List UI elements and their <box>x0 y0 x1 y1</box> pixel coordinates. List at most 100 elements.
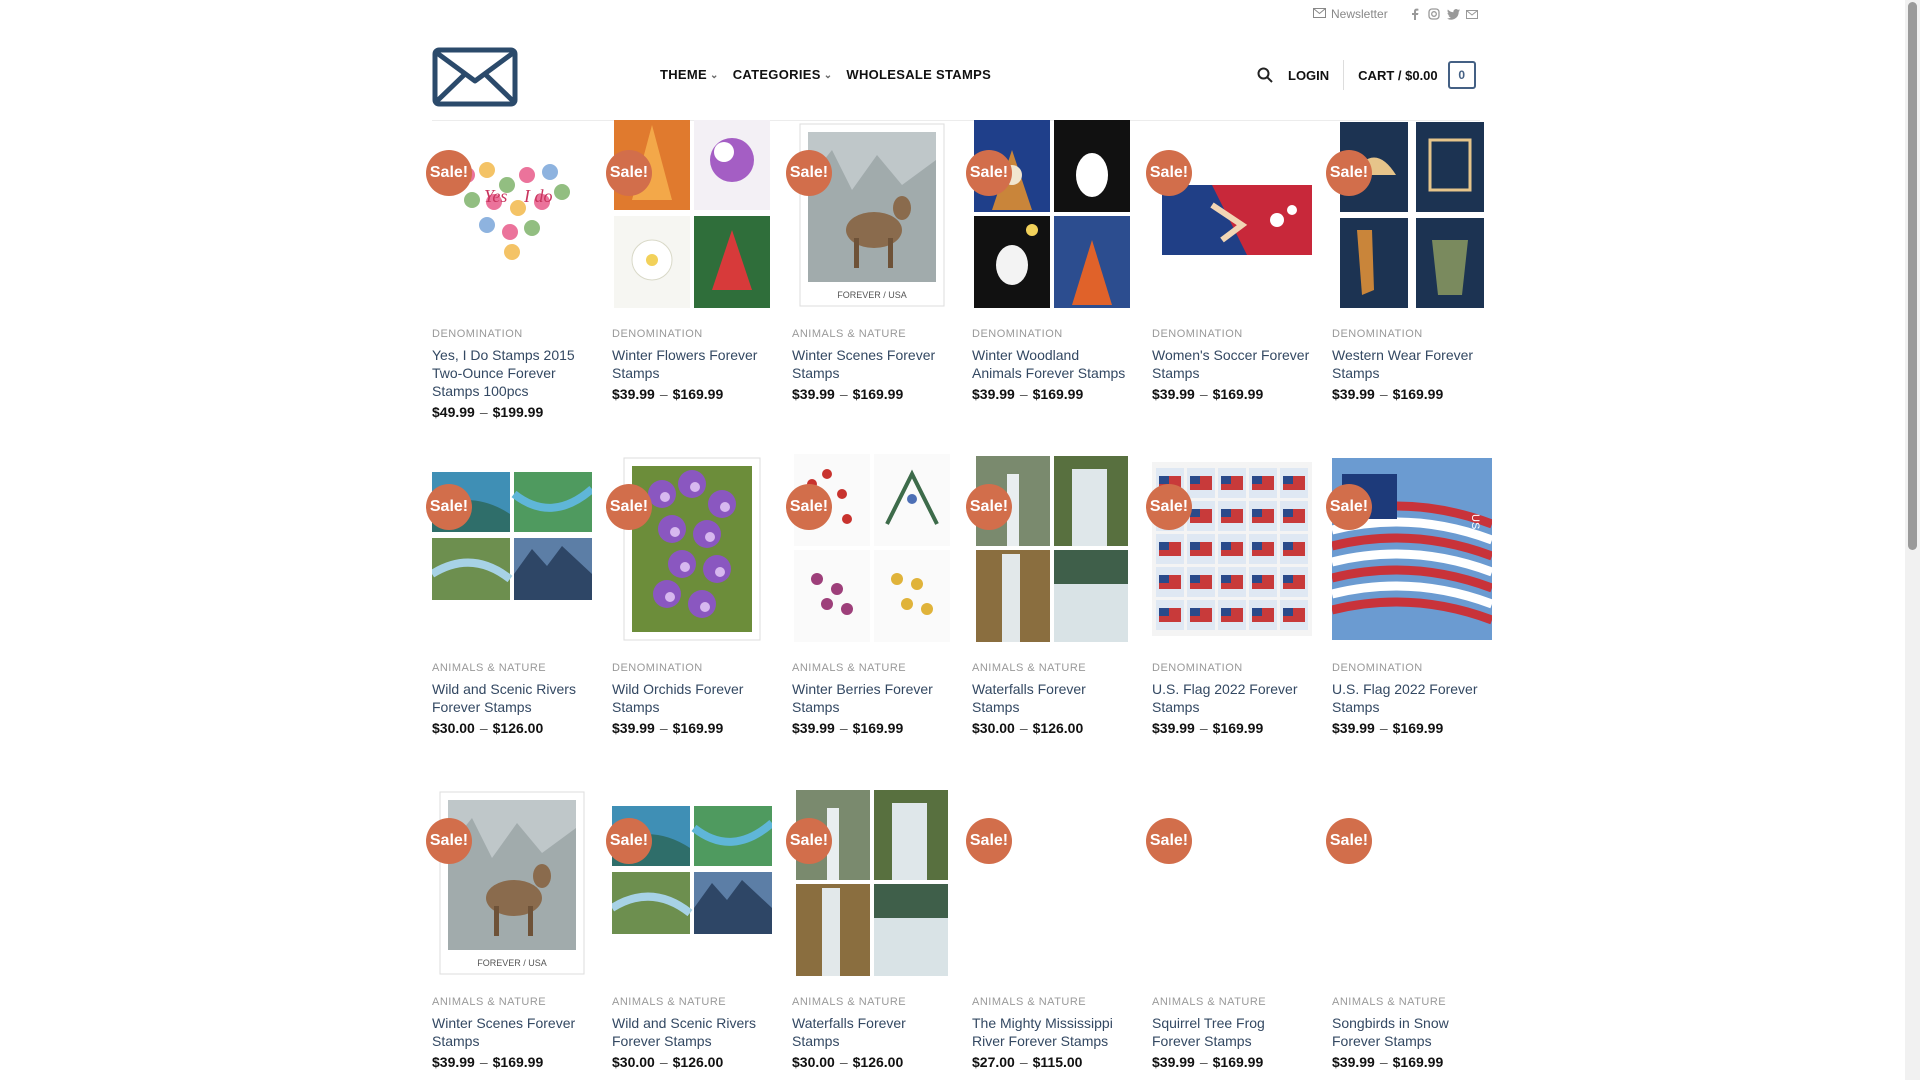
nav-theme[interactable]: THEME ⌄ <box>660 67 719 82</box>
product-category[interactable]: ANIMALS & NATURE <box>972 996 1132 1008</box>
product-category[interactable]: DENOMINATION <box>612 328 772 340</box>
product-category[interactable]: ANIMALS & NATURE <box>1332 996 1492 1008</box>
product-image: USA <box>1332 454 1492 644</box>
product-title-link[interactable]: Western Wear Forever Stamps <box>1332 346 1492 382</box>
product-image-link[interactable]: Sale! <box>1326 120 1492 310</box>
product-card[interactable]: Sale! DENOMINATION U.S. Flag 2022 Foreve… <box>1146 454 1312 736</box>
product-category[interactable]: ANIMALS & NATURE <box>1152 996 1312 1008</box>
product-card[interactable]: Sale! ANIMALS & NATURE Wild and Scenic R… <box>606 788 772 1070</box>
product-title-link[interactable]: Waterfalls Forever Stamps <box>792 1014 952 1050</box>
product-title-link[interactable]: Winter Scenes Forever Stamps <box>432 1014 592 1050</box>
product-title-link[interactable]: Women's Soccer Forever Stamps <box>1152 346 1312 382</box>
product-category[interactable]: ANIMALS & NATURE <box>432 662 592 674</box>
sale-badge: Sale! <box>606 818 652 864</box>
product-image-link[interactable]: Yes I do Sale! <box>426 120 592 310</box>
product-image-link[interactable]: Sale! <box>966 454 1132 644</box>
product-category[interactable]: ANIMALS & NATURE <box>792 662 952 674</box>
product-card[interactable]: Sale! ANIMALS & NATURE The Mighty Missis… <box>966 788 1132 1070</box>
price-high: $199.99 <box>492 404 544 420</box>
product-card[interactable]: USA Sale! DENOMINATION U.S. Flag 2022 Fo… <box>1326 454 1492 736</box>
product-card[interactable]: Sale! ANIMALS & NATURE Waterfalls Foreve… <box>966 454 1132 736</box>
product-image-link[interactable]: FOREVER / USA Sale! <box>786 120 952 310</box>
sale-badge: Sale! <box>1326 150 1372 196</box>
site-logo[interactable] <box>432 47 518 107</box>
product-title-link[interactable]: Wild and Scenic Rivers Forever Stamps <box>432 680 592 716</box>
product-price: $49.99– $199.99 <box>432 404 592 420</box>
product-card[interactable]: Sale! ANIMALS & NATURE Winter Berries Fo… <box>786 454 952 736</box>
product-image-link[interactable]: Sale! <box>966 120 1132 310</box>
product-title-link[interactable]: Yes, I Do Stamps 2015 Two-Ounce Forever … <box>432 346 592 400</box>
product-category[interactable]: DENOMINATION <box>612 662 772 674</box>
price-low: $39.99 <box>1332 1054 1375 1070</box>
product-image-link[interactable]: Sale! <box>606 454 772 644</box>
product-image-link[interactable]: Sale! <box>966 788 1132 978</box>
product-image-link[interactable]: Sale! <box>786 454 952 644</box>
product-title-link[interactable]: Songbirds in Snow Forever Stamps <box>1332 1014 1492 1050</box>
price-range-dash: – <box>1199 1054 1208 1070</box>
login-link[interactable]: LOGIN <box>1288 68 1329 83</box>
product-card[interactable]: FOREVER / USA Sale! ANIMALS & NATURE Win… <box>426 788 592 1070</box>
nav-wholesale-stamps[interactable]: WHOLESALE STAMPS <box>846 67 991 82</box>
product-category[interactable]: DENOMINATION <box>432 328 592 340</box>
product-category[interactable]: ANIMALS & NATURE <box>432 996 592 1008</box>
product-category[interactable]: ANIMALS & NATURE <box>792 996 952 1008</box>
product-image-link[interactable]: Sale! <box>786 788 952 978</box>
scrollbar-thumb[interactable] <box>1908 2 1917 550</box>
email-icon[interactable] <box>1465 7 1479 21</box>
product-image: FOREVER / USA <box>792 120 952 310</box>
newsletter-link[interactable]: Newsletter <box>1313 7 1388 21</box>
product-image-link[interactable]: Sale! <box>1146 788 1312 978</box>
search-icon[interactable] <box>1256 66 1274 84</box>
product-category[interactable]: DENOMINATION <box>1332 662 1492 674</box>
product-title-link[interactable]: Winter Scenes Forever Stamps <box>792 346 952 382</box>
price-high: $126.00 <box>1032 720 1084 736</box>
price-low: $30.00 <box>972 720 1015 736</box>
product-image-link[interactable]: Sale! <box>426 454 592 644</box>
product-image-link[interactable]: FOREVER / USA Sale! <box>426 788 592 978</box>
product-title-link[interactable]: U.S. Flag 2022 Forever Stamps <box>1152 680 1312 716</box>
product-category[interactable]: ANIMALS & NATURE <box>792 328 952 340</box>
product-image-link[interactable]: Sale! <box>1326 788 1492 978</box>
product-title-link[interactable]: Winter Flowers Forever Stamps <box>612 346 772 382</box>
twitter-icon[interactable] <box>1446 7 1460 21</box>
product-title-link[interactable]: The Mighty Mississippi River Forever Sta… <box>972 1014 1132 1050</box>
product-category[interactable]: ANIMALS & NATURE <box>612 996 772 1008</box>
facebook-icon[interactable] <box>1408 7 1422 21</box>
product-price: $39.99– $169.99 <box>792 720 952 736</box>
instagram-icon[interactable] <box>1427 7 1441 21</box>
product-title-link[interactable]: U.S. Flag 2022 Forever Stamps <box>1332 680 1492 716</box>
product-card[interactable]: Sale! DENOMINATION Women's Soccer Foreve… <box>1146 120 1312 402</box>
product-title-link[interactable]: Winter Berries Forever Stamps <box>792 680 952 716</box>
product-card[interactable]: Yes I do Sale! DENOMINATION Yes, I Do St… <box>426 120 592 420</box>
product-card[interactable]: Sale! DENOMINATION Western Wear Forever … <box>1326 120 1492 402</box>
sale-badge: Sale! <box>966 484 1012 530</box>
product-card[interactable]: Sale! ANIMALS & NATURE Songbirds in Snow… <box>1326 788 1492 1070</box>
product-image-link[interactable]: Sale! <box>606 120 772 310</box>
product-image-link[interactable]: Sale! <box>1146 120 1312 310</box>
product-price: $39.99– $169.99 <box>1332 1054 1492 1070</box>
product-title-link[interactable]: Winter Woodland Animals Forever Stamps <box>972 346 1132 382</box>
product-category[interactable]: DENOMINATION <box>1152 328 1312 340</box>
product-category[interactable]: DENOMINATION <box>1332 328 1492 340</box>
nav-categories[interactable]: CATEGORIES ⌄ <box>733 67 833 82</box>
product-card[interactable]: Sale! ANIMALS & NATURE Waterfalls Foreve… <box>786 788 952 1070</box>
product-card[interactable]: FOREVER / USA Sale! ANIMALS & NATURE Win… <box>786 120 952 402</box>
product-image-link[interactable]: Sale! <box>606 788 772 978</box>
price-low: $49.99 <box>432 404 475 420</box>
product-image-link[interactable]: USA Sale! <box>1326 454 1492 644</box>
product-card[interactable]: Sale! ANIMALS & NATURE Wild and Scenic R… <box>426 454 592 736</box>
product-card[interactable]: Sale! DENOMINATION Wild Orchids Forever … <box>606 454 772 736</box>
product-card[interactable]: Sale! DENOMINATION Winter Flowers Foreve… <box>606 120 772 402</box>
product-title-link[interactable]: Waterfalls Forever Stamps <box>972 680 1132 716</box>
product-title-link[interactable]: Wild Orchids Forever Stamps <box>612 680 772 716</box>
product-category[interactable]: ANIMALS & NATURE <box>972 662 1132 674</box>
product-image-link[interactable]: Sale! <box>1146 454 1312 644</box>
product-title-link[interactable]: Wild and Scenic Rivers Forever Stamps <box>612 1014 772 1050</box>
product-card[interactable]: Sale! ANIMALS & NATURE Squirrel Tree Fro… <box>1146 788 1312 1070</box>
product-category[interactable]: DENOMINATION <box>1152 662 1312 674</box>
page-scrollbar[interactable] <box>1905 0 1920 1080</box>
product-card[interactable]: Sale! DENOMINATION Winter Woodland Anima… <box>966 120 1132 402</box>
cart-link[interactable]: CART / $0.00 0 <box>1358 61 1476 89</box>
product-title-link[interactable]: Squirrel Tree Frog Forever Stamps <box>1152 1014 1312 1050</box>
product-category[interactable]: DENOMINATION <box>972 328 1132 340</box>
